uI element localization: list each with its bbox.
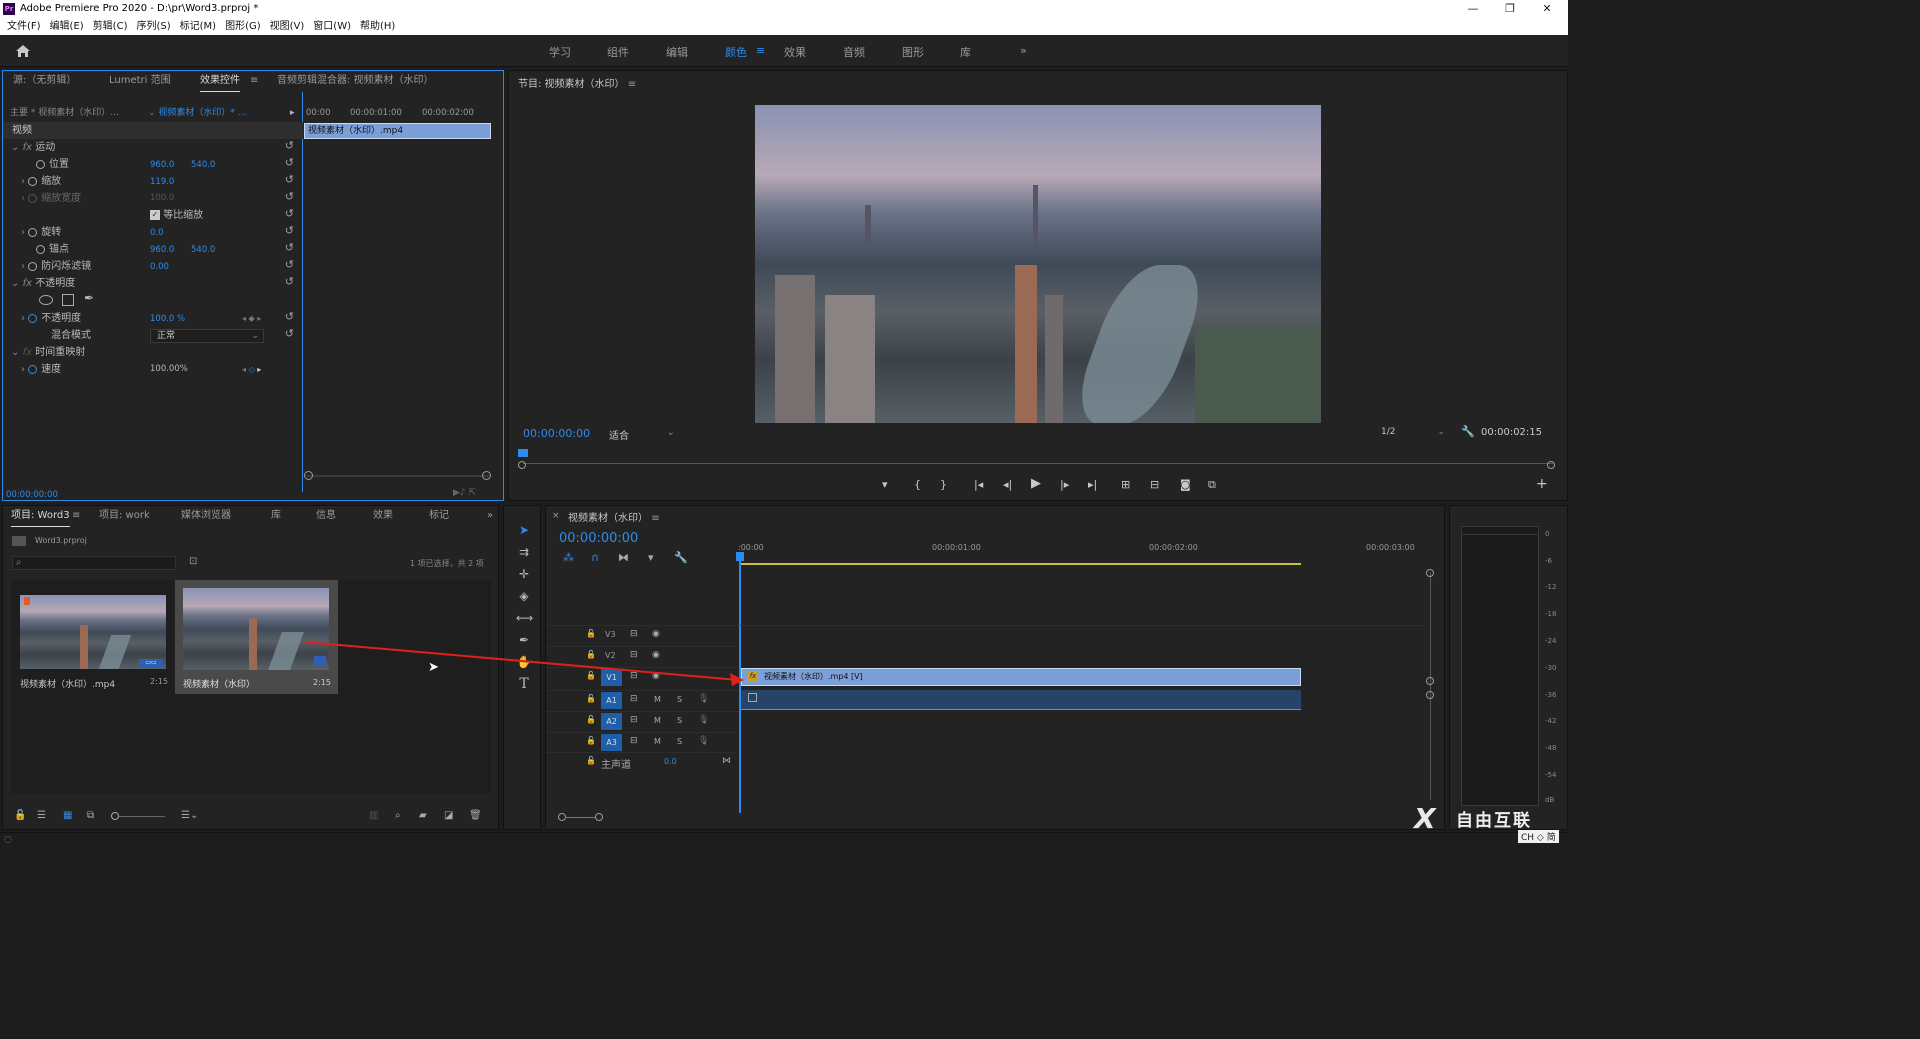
watermark-text: 自由互联: [1456, 811, 1532, 831]
watermark-x-icon: X: [1414, 802, 1436, 835]
watermark-logo: X 自由互联 CH ◇ 简: [1408, 800, 1568, 849]
ime-indicator[interactable]: CH ◇ 简: [1518, 830, 1559, 843]
annotation-arrow: [304, 641, 744, 686]
mouse-cursor-icon: ➤: [428, 660, 439, 675]
